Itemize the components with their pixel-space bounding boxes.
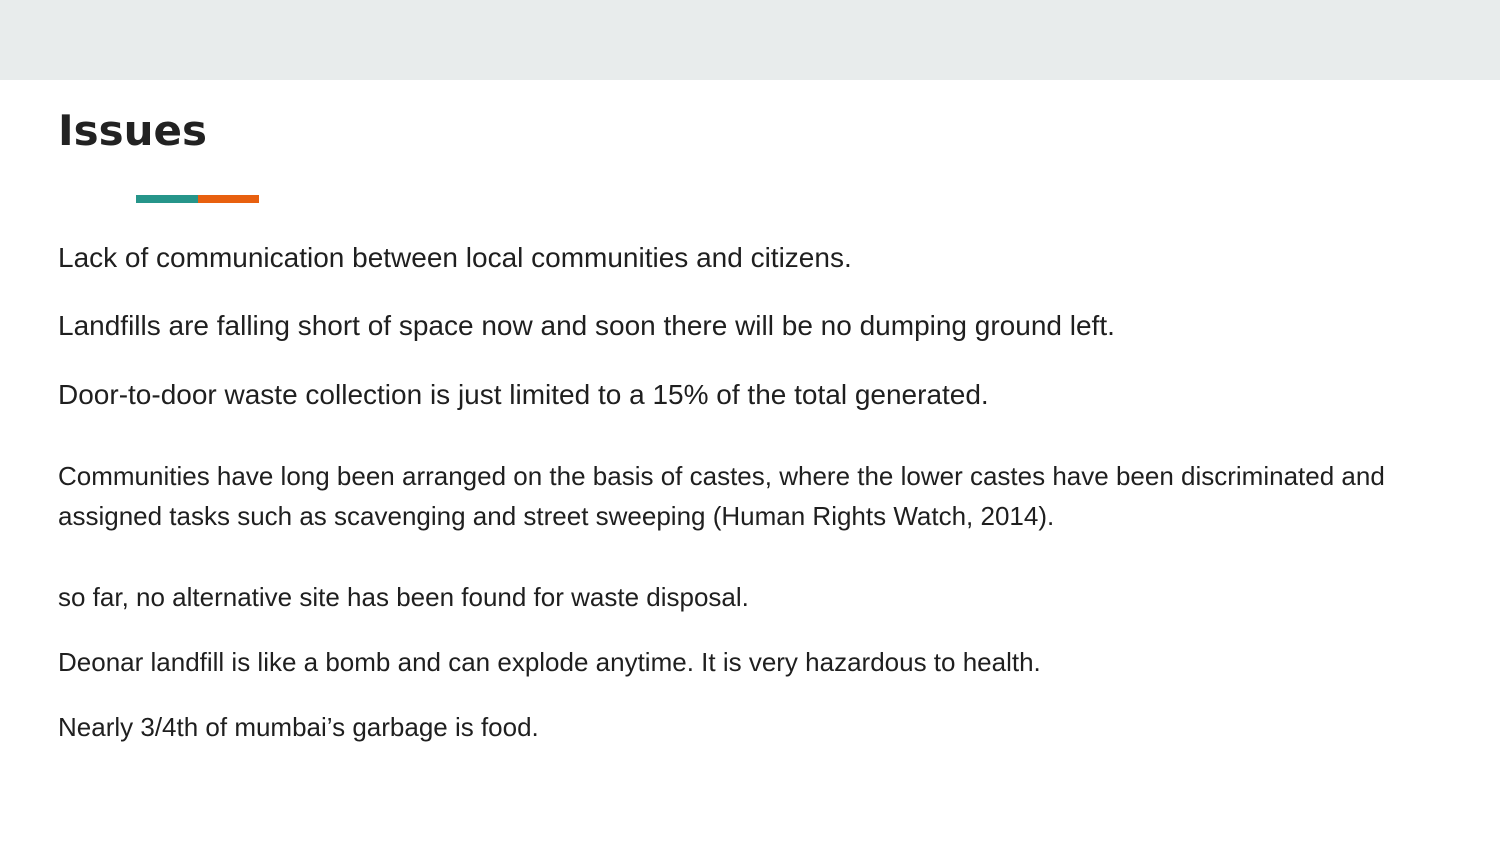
point-communication: Lack of communication between local comm…	[58, 242, 852, 273]
header-band	[0, 0, 1500, 80]
title-accent-rule	[136, 195, 259, 203]
accent-rule-teal	[136, 195, 198, 203]
point-castes: Communities have long been arranged on t…	[58, 461, 1385, 531]
accent-rule-orange	[198, 195, 259, 203]
point-food-garbage: Nearly 3/4th of mumbai’s garbage is food…	[58, 712, 539, 742]
point-landfill-space: Landfills are falling short of space now…	[58, 310, 1115, 341]
slide: Issues Lack of communication between loc…	[0, 0, 1500, 844]
point-deonar-landfill: Deonar landfill is like a bomb and can e…	[58, 647, 1041, 677]
point-collection: Door-to-door waste collection is just li…	[58, 379, 989, 410]
point-alternative-site: so far, no alternative site has been fou…	[58, 582, 749, 612]
slide-title: Issues	[58, 106, 208, 155]
